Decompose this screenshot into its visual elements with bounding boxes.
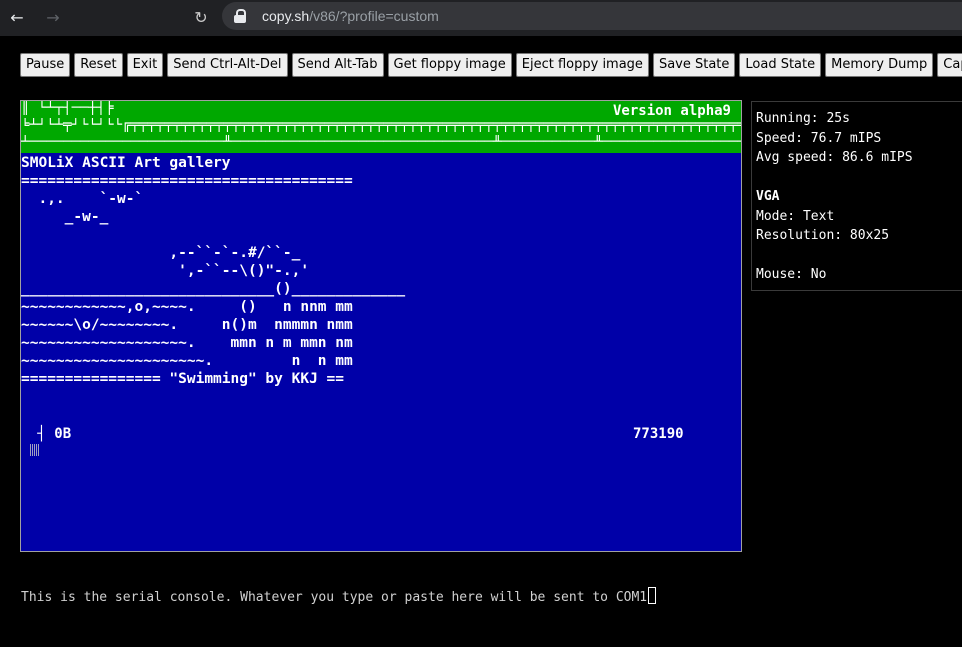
- lock-icon[interactable]: [234, 9, 246, 23]
- exit-button[interactable]: Exit: [126, 53, 164, 77]
- version-label: Version alpha9: [612, 103, 731, 119]
- status-line: ┤ 0B: [29, 426, 72, 442]
- ascii-art-gallery: SMOLiX ASCII Art gallery ===============…: [21, 154, 405, 388]
- avg-speed-row: Avg speed: 86.6 mIPS: [756, 148, 962, 168]
- speed-value: 76.7 mIPS: [810, 130, 882, 146]
- mode-value: Text: [802, 208, 835, 224]
- art-line: SMOLiX ASCII Art gallery: [21, 155, 231, 171]
- load-state-button[interactable]: Load State: [739, 53, 822, 77]
- art-line: .,. `-w-`: [21, 191, 144, 207]
- resolution-row: Resolution: 80x25: [756, 226, 962, 246]
- mode-label: Mode:: [756, 208, 796, 224]
- pause-button[interactable]: Pause: [20, 53, 71, 77]
- art-line: _-w-_: [21, 209, 109, 225]
- serial-console-text: This is the serial console. Whatever you…: [21, 587, 657, 608]
- art-line: ================ "Swimming" by KKJ ==: [21, 371, 345, 387]
- speed-label: Speed:: [756, 130, 803, 146]
- art-line: ',-``--\()"-.,': [21, 263, 310, 279]
- mouse-row: Mouse: No: [756, 265, 962, 285]
- vga-screen[interactable]: ║ └┴┬┤──┼┤╞ ╘┴┘└┴╤┘└└┘└└╔╤╤╤╤╤╤╤╤╤╤╤╤╤╤╤…: [20, 100, 742, 552]
- mouse-value: No: [810, 267, 827, 282]
- arrow-left-icon[interactable]: ←: [5, 6, 29, 30]
- running-value: 25s: [826, 111, 850, 126]
- eject-floppy-image-button[interactable]: Eject floppy image: [515, 53, 649, 77]
- mode-row: Mode: Text: [756, 207, 962, 227]
- avg-speed-label: Avg speed:: [756, 150, 835, 165]
- resolution-value: 80x25: [849, 228, 890, 243]
- send-ctrl-alt-del-button[interactable]: Send Ctrl-Alt-Del: [167, 53, 288, 77]
- address-bar[interactable]: copy.sh/v86/?profile=custom: [222, 2, 962, 30]
- emulator-toolbar: Pause Reset Exit Send Ctrl-Alt-Del Send Alt-…: [20, 53, 962, 77]
- resolution-label: Resolution:: [756, 228, 843, 243]
- art-line: ======================================: [21, 173, 353, 189]
- memory-dump-button[interactable]: Memory Dump: [825, 53, 934, 77]
- vga-heading: VGA: [756, 189, 780, 204]
- serial-console-message: This is the serial console. Whatever you…: [21, 590, 648, 605]
- running-label: Running:: [756, 111, 819, 126]
- mouse-label: Mouse:: [756, 267, 803, 282]
- art-line: ~~~~~~~~~~~~,o,~~~~. () n nnm mm: [21, 299, 353, 315]
- text-cursor: [30, 444, 39, 456]
- url-path: /v86/?profile=custom: [309, 8, 439, 24]
- get-floppy-image-button[interactable]: Get floppy image: [387, 53, 512, 77]
- art-line: ~~~~~~~~~~~~~~~~~~~. mmn n m mmn nm: [21, 335, 353, 351]
- url-host: copy.sh: [262, 8, 310, 24]
- emulator-page: Pause Reset Exit Send Ctrl-Alt-Del Send Alt-…: [3, 36, 962, 647]
- art-line: ~~~~~~\o/~~~~~~~~. n()m nmmmn nmm: [21, 317, 353, 333]
- arrow-right-icon[interactable]: →: [41, 6, 65, 30]
- art-line: ,--``-`-.#/``-_: [21, 245, 301, 261]
- art-line: _____________________________()_________…: [21, 281, 406, 297]
- menu-banner: ║ └┴┬┤──┼┤╞ ╘┴┘└┴╤┘└└┘└└╔╤╤╤╤╤╤╤╤╤╤╤╤╤╤╤…: [21, 101, 741, 153]
- running-row: Running: 25s: [756, 109, 962, 129]
- speed-row: Speed: 76.7 mIPS: [756, 129, 962, 149]
- reload-icon[interactable]: ↻: [189, 6, 213, 30]
- url-text[interactable]: copy.sh/v86/?profile=custom: [262, 7, 439, 25]
- text-caret: [648, 587, 657, 604]
- reset-button[interactable]: Reset: [74, 53, 123, 77]
- avg-speed-value: 86.6 mIPS: [842, 150, 913, 165]
- emulator-info-panel: Running: 25s Speed: 76.7 mIPS Avg speed:…: [751, 101, 962, 291]
- serial-console[interactable]: This is the serial console. Whatever you…: [20, 586, 962, 647]
- browser-toolbar: ← → ↻ copy.sh/v86/?profile=custom: [0, 0, 962, 36]
- save-state-button[interactable]: Save State: [652, 53, 736, 77]
- send-alt-tab-button[interactable]: Send Alt-Tab: [291, 53, 384, 77]
- banner-row-2: ╘┴┘└┴╤┘└└┘└└╔╤╤╤╤╤╤╤╤╤╤╤╤╤╤╤╤╤╤╤╤╤╤╤╤╤╤╤…: [21, 118, 741, 132]
- art-line: ~~~~~~~~~~~~~~~~~~~~~. n n mm: [21, 353, 353, 369]
- counter-value: 773190: [633, 426, 684, 442]
- capture-button[interactable]: Captur: [937, 53, 962, 77]
- banner-row-3: ┴───────────────────────╨───────────────…: [21, 135, 741, 149]
